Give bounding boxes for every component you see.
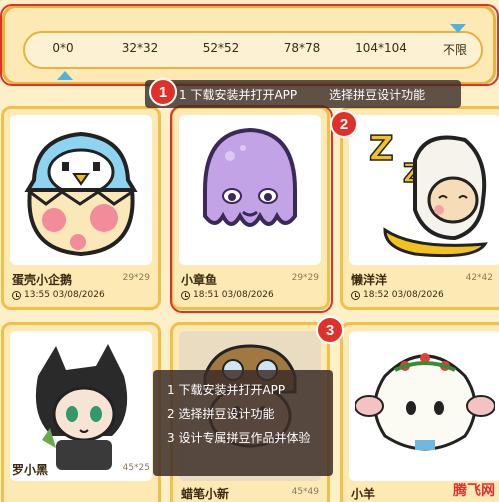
card-title: 蜡笔小新 xyxy=(181,487,230,501)
card-title: 懒洋洋 xyxy=(351,273,388,287)
tutorial-steps-panel: 1 下载安装并打开APP 2 选择拼豆设计功能 3 设计专属拼豆作品并体验 xyxy=(153,370,333,476)
card-size: 45*25 xyxy=(122,463,150,473)
clock-icon xyxy=(351,290,360,300)
card-time: 13:55 03/08/2026 xyxy=(12,290,105,300)
step-badge: 3 xyxy=(316,316,344,344)
tooltip-step: 1 下载安装并打开APP xyxy=(179,87,298,102)
highlight-box xyxy=(170,105,333,313)
card-size: 29*29 xyxy=(122,273,150,283)
tutorial-step: 2 选择拼豆设计功能 xyxy=(167,407,275,421)
card-title: 罗小黑 xyxy=(12,463,49,477)
design-card[interactable]: 蛋壳小企鹅 29*29 13:55 03/08/2026 xyxy=(1,106,161,310)
svg-text:Z: Z xyxy=(369,129,394,169)
design-card[interactable]: 小羊 xyxy=(340,322,499,502)
lazy-sheep-art: Z Z xyxy=(349,115,499,265)
tutorial-step: 3 设计专属拼豆作品并体验 xyxy=(167,431,311,445)
luo-xiaohei-art xyxy=(10,331,152,481)
card-size: 42*42 xyxy=(465,273,493,283)
design-card[interactable]: Z Z 懒洋洋 42*42 18:52 03/08/2026 xyxy=(340,106,499,310)
lamb-art xyxy=(349,331,499,481)
card-size: 45*49 xyxy=(291,487,319,497)
card-time: 18:52 03/08/2026 xyxy=(351,290,444,300)
tutorial-tooltip: 1 下载安装并打开APP 选择拼豆设计功能 xyxy=(145,80,461,108)
clock-icon xyxy=(12,290,21,300)
watermark-logo: 腾飞网 xyxy=(453,483,495,499)
penguin-art xyxy=(10,115,152,265)
step-badge: 2 xyxy=(330,110,358,138)
tutorial-step: 1 下载安装并打开APP xyxy=(167,383,286,397)
design-card[interactable]: 罗小黑 45*25 xyxy=(1,322,161,502)
card-title: 蛋壳小企鹅 xyxy=(12,273,73,287)
card-title: 小羊 xyxy=(351,487,376,501)
highlight-box xyxy=(0,4,499,86)
step-badge: 1 xyxy=(149,78,177,106)
tooltip-next: 选择拼豆设计功能 xyxy=(329,87,426,102)
